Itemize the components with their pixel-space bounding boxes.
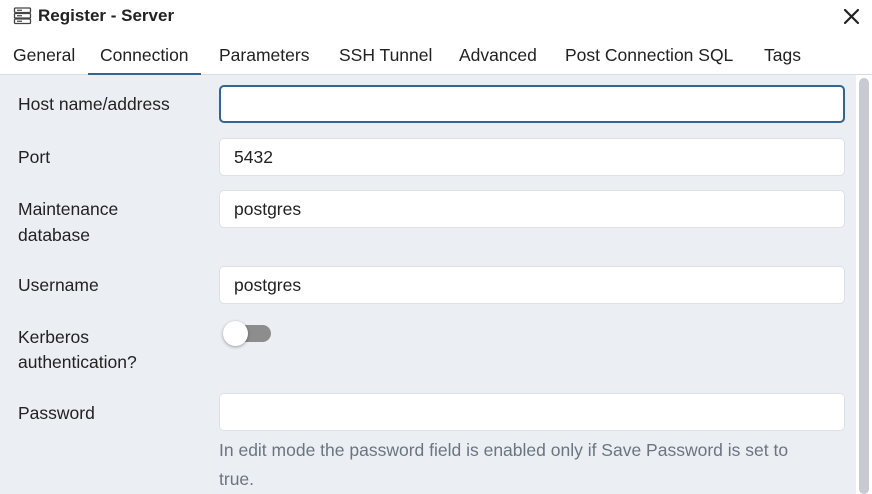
dialog-title: Register - Server (38, 6, 175, 25)
username-label: Username (18, 275, 99, 295)
maintenance-db-label-line1: Maintenance (18, 199, 119, 219)
tab-connection[interactable]: Connection (88, 36, 201, 76)
register-server-dialog: Register - Server General Connection Par… (0, 0, 872, 494)
kerberos-toggle[interactable] (222, 321, 272, 347)
tab-general[interactable]: General (13, 36, 75, 74)
port-input[interactable] (219, 138, 845, 176)
port-label: Port (18, 147, 51, 167)
scrollbar-thumb[interactable] (859, 78, 869, 494)
tab-post-connection-sql[interactable]: Post Connection SQL (565, 36, 733, 74)
kerberos-label-line2: authentication? (18, 352, 137, 372)
maintenance-db-label-line2: database (18, 225, 91, 245)
password-input[interactable] (219, 393, 845, 431)
connection-form: Host name/address Port Maintenance datab… (0, 75, 856, 494)
close-icon[interactable] (838, 5, 864, 29)
host-input[interactable] (219, 85, 845, 123)
vertical-scrollbar[interactable] (856, 75, 872, 494)
password-label: Password (18, 403, 95, 423)
toggle-knob (223, 321, 248, 346)
tab-ssh-tunnel[interactable]: SSH Tunnel (339, 36, 432, 74)
password-help-text: In edit mode the password field is enabl… (219, 436, 839, 494)
tab-tags[interactable]: Tags (764, 36, 801, 74)
maintenance-db-input[interactable] (219, 190, 845, 228)
tab-advanced[interactable]: Advanced (459, 36, 537, 74)
tab-parameters[interactable]: Parameters (219, 36, 309, 74)
kerberos-label-line1: Kerberos (18, 327, 90, 347)
server-icon (13, 7, 32, 25)
username-input[interactable] (219, 266, 845, 304)
password-help-line2: true. (219, 469, 255, 489)
host-label: Host name/address (18, 94, 170, 114)
tab-bar: General Connection Parameters SSH Tunnel… (0, 36, 872, 76)
password-help-line1: In edit mode the password field is enabl… (219, 440, 789, 460)
title-bar: Register - Server (0, 0, 872, 34)
